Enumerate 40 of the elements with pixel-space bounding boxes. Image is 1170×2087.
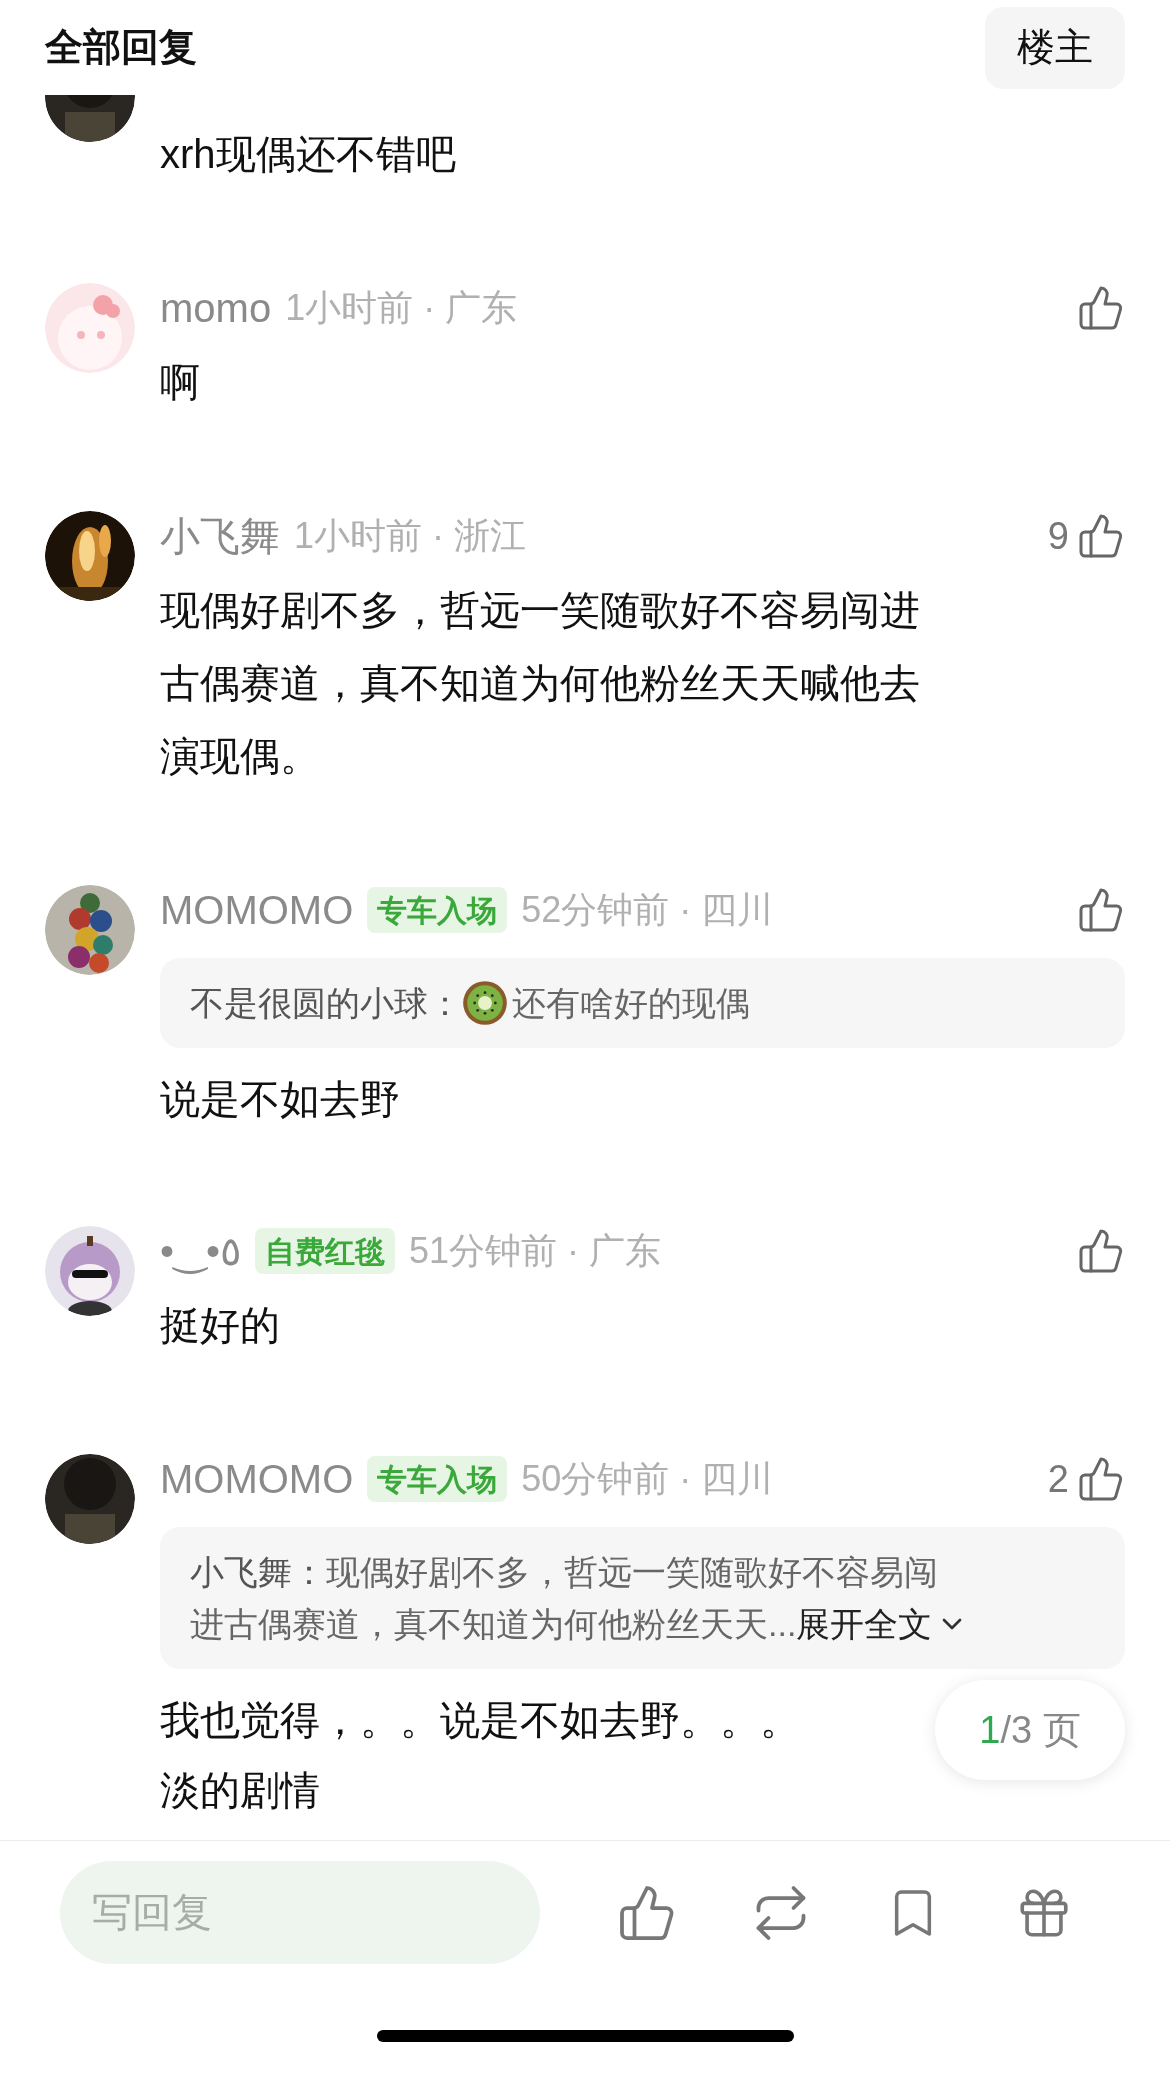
quote-author: 小飞舞： [190, 1551, 326, 1593]
user-name[interactable]: MOMOMO [160, 880, 354, 940]
user-name[interactable]: 小飞舞 [160, 506, 280, 566]
quote-text: 现偶好剧不多，哲远一笑随歌好不容易闯 [326, 1551, 938, 1593]
comment-meta: 1小时前 · 广东 [285, 286, 518, 330]
badge: 专车入场 [367, 887, 508, 933]
section-title: 全部回复 [45, 25, 197, 70]
like-icon[interactable] [1077, 512, 1125, 560]
user-name[interactable]: •‿•٥ [160, 1221, 241, 1281]
like-icon[interactable] [1077, 1455, 1125, 1503]
user-name[interactable]: momo [160, 278, 272, 338]
user-name[interactable]: MOMOMO [160, 1449, 354, 1509]
badge: 专车入场 [367, 1456, 508, 1502]
quote-author: 不是很圆的小球： [190, 982, 462, 1024]
owner-filter-button[interactable]: 楼主 [985, 6, 1125, 89]
comment-meta: 1小时前 · 浙江 [294, 514, 526, 558]
comment-meta: 52分钟前 · 四川 [521, 888, 774, 932]
badge: 自费红毯 [255, 1228, 395, 1274]
like-icon[interactable] [1077, 1227, 1125, 1275]
comment-text: 现偶好剧不多，哲远一笑随歌好不容易闯进 [160, 587, 920, 634]
like-icon[interactable] [1077, 886, 1125, 934]
quote-text: 还有啥好的现偶 [512, 982, 750, 1024]
comment-meta: 50分钟前 · 四川 [521, 1457, 774, 1501]
like-count: 9 [1047, 513, 1069, 559]
like-count: 2 [1047, 1456, 1069, 1502]
comment-text: xrh现偶还不错吧 [160, 131, 456, 178]
expand-link[interactable]: 展开全文 [796, 1598, 969, 1650]
comment-text: 古偶赛道，真不知道为何他粉丝天天喊他去 [160, 660, 920, 707]
reply-field[interactable]: 写回复 [60, 1861, 540, 1964]
comment-text: 说是不如去野 [160, 1076, 400, 1123]
comment-text: 我也觉得，。。说是不如去野。。。 [160, 1697, 800, 1744]
comment-text: 淡的剧情 [160, 1767, 320, 1814]
kiwi-icon [462, 980, 508, 1026]
quote-text: 进古偶赛道，真不知道为何他粉丝天天... [190, 1603, 797, 1645]
comment-text: 啊 [160, 359, 200, 406]
page-indicator[interactable]: 1/3 页 [935, 1680, 1125, 1780]
comment-meta: 51分钟前 · 广东 [409, 1229, 662, 1273]
comment-text: 挺好的 [160, 1302, 280, 1349]
like-icon[interactable] [1077, 284, 1125, 332]
comment-text: 演现偶。 [160, 733, 320, 780]
